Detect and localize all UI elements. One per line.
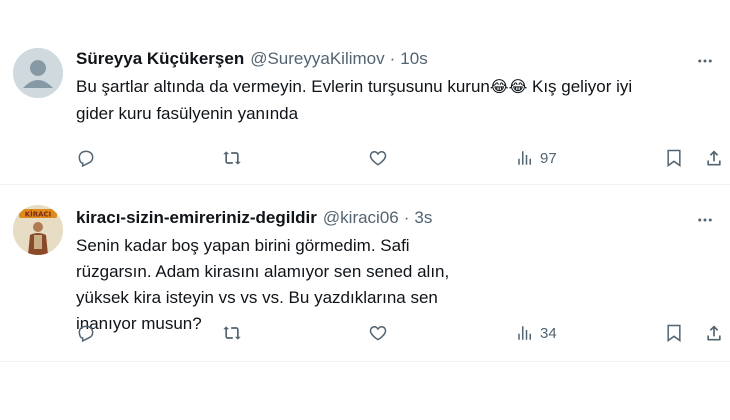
avatar[interactable] [13, 48, 63, 98]
display-name[interactable]: kiracı-sizin-emireriniz-degildir [76, 208, 317, 228]
share-button[interactable] [704, 323, 724, 343]
reply-button[interactable] [76, 323, 96, 343]
bookmark-button[interactable] [664, 148, 684, 168]
views-icon [518, 326, 531, 340]
tweet-text: Bu şartlar altında da vermeyin. Evlerin … [76, 74, 726, 127]
more-icon [698, 218, 712, 222]
display-name[interactable]: Süreyya Küçükerşen [76, 49, 244, 69]
tweet-text-part: gider kuru fasülyenin yanında [76, 104, 299, 123]
svg-text:KİRACI: KİRACI [25, 210, 52, 219]
reply-icon [78, 150, 94, 168]
share-button[interactable] [704, 148, 724, 168]
timestamp[interactable]: 3s [414, 208, 432, 228]
retweet-icon [223, 326, 241, 340]
retweet-button[interactable] [221, 148, 243, 168]
more-options-button[interactable] [694, 50, 716, 72]
avatar[interactable]: KİRACI [13, 205, 63, 255]
tweet-text-part: Kış geliyor iyi [527, 77, 633, 96]
tweet-header: Süreyya Küçükerşen @SureyyaKilimov · 10s [76, 46, 714, 72]
tweet-actions: 97 [76, 146, 721, 170]
share-icon [707, 150, 721, 166]
tweet-header: kiracı-sizin-emireriniz-degildir @kiraci… [76, 205, 714, 231]
user-handle[interactable]: @kiraci06 [323, 208, 399, 228]
more-options-button[interactable] [694, 209, 716, 231]
reply-button[interactable] [76, 148, 96, 168]
separator-dot: · [389, 49, 396, 68]
more-icon [698, 59, 712, 63]
user-handle[interactable]: @SureyyaKilimov [250, 49, 384, 69]
share-icon [707, 325, 721, 341]
tweet-text-part: Bu şartlar altında da vermeyin. Evlerin … [76, 77, 490, 96]
tweet-2[interactable]: KİRACI kiracı-sizin-emireriniz-degildir … [0, 185, 730, 362]
tweet-1[interactable]: Süreyya Küçükerşen @SureyyaKilimov · 10s… [0, 0, 730, 185]
like-button[interactable] [368, 148, 388, 168]
heart-icon [369, 325, 387, 341]
tweet-content: kiracı-sizin-emireriniz-degildir @kiraci… [76, 205, 714, 337]
default-avatar-icon [13, 48, 63, 98]
views-icon [518, 151, 531, 165]
reply-icon [78, 325, 94, 343]
like-button[interactable] [368, 323, 388, 343]
emoji: 😂😂 [489, 79, 528, 96]
views-count: 97 [540, 149, 557, 167]
separator-dot: · [403, 208, 410, 227]
views-button[interactable]: 34 [516, 324, 557, 342]
bookmark-button[interactable] [664, 323, 684, 343]
kiraci-avatar-icon: KİRACI [13, 205, 63, 255]
retweet-button[interactable] [221, 323, 243, 343]
views-count: 34 [540, 324, 557, 342]
retweet-icon [223, 151, 241, 165]
heart-icon [369, 150, 387, 166]
tweet-actions: 34 [76, 321, 721, 345]
timestamp[interactable]: 10s [400, 49, 427, 69]
bookmark-icon [667, 149, 681, 167]
bookmark-icon [667, 324, 681, 342]
views-button[interactable]: 97 [516, 149, 557, 167]
tweet-content: Süreyya Küçükerşen @SureyyaKilimov · 10s… [76, 46, 714, 127]
